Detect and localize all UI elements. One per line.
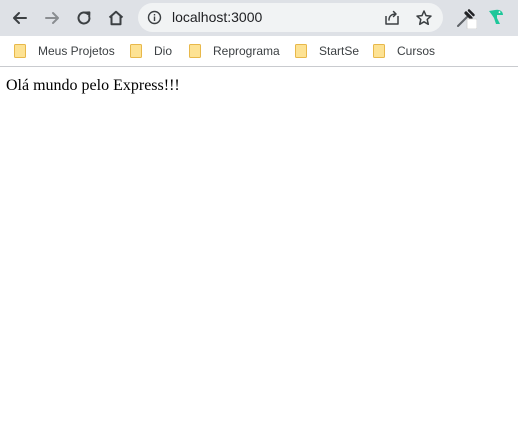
folder-icon (295, 44, 307, 58)
browser-toolbar: localhost:3000 (0, 0, 518, 36)
address-bar-url[interactable]: localhost:3000 (172, 9, 262, 26)
bookmark-dio[interactable]: Dio (130, 42, 172, 60)
bookmark-label: Meus Projetos (38, 44, 115, 58)
folder-icon (189, 44, 201, 58)
star-icon[interactable] (415, 9, 433, 27)
bookmarks-bar: Meus Projetos Dio Reprograma StartSe Cur… (0, 36, 518, 67)
bird-extension-icon[interactable] (486, 7, 506, 27)
bookmark-reprograma[interactable]: Reprograma (189, 42, 280, 60)
forward-button[interactable] (38, 4, 66, 32)
bookmark-meus-projetos[interactable]: Meus Projetos (14, 42, 115, 60)
folder-icon (130, 44, 142, 58)
home-button[interactable] (102, 4, 130, 32)
back-arrow-icon (13, 12, 27, 24)
bookmark-label: Dio (154, 44, 173, 58)
bookmark-label: StartSe (319, 44, 360, 58)
page-content: Olá mundo pelo Express!!! (0, 68, 518, 440)
bookmark-label: Reprograma (213, 44, 280, 58)
info-icon[interactable] (147, 10, 162, 25)
folder-icon (373, 44, 385, 58)
page-body-text: Olá mundo pelo Express!!! (6, 77, 180, 94)
reload-button[interactable] (70, 4, 98, 32)
back-button[interactable] (6, 4, 34, 32)
folder-icon (14, 44, 26, 58)
forward-arrow-icon (45, 12, 59, 24)
eyedropper-icon[interactable] (455, 7, 477, 29)
bookmark-startse[interactable]: StartSe (295, 42, 359, 60)
home-icon (108, 10, 124, 26)
address-bar[interactable]: localhost:3000 (138, 3, 443, 32)
bookmark-label: Cursos (397, 44, 436, 58)
bookmark-cursos[interactable]: Cursos (373, 42, 435, 60)
share-icon[interactable] (383, 9, 401, 27)
reload-icon (77, 11, 91, 25)
